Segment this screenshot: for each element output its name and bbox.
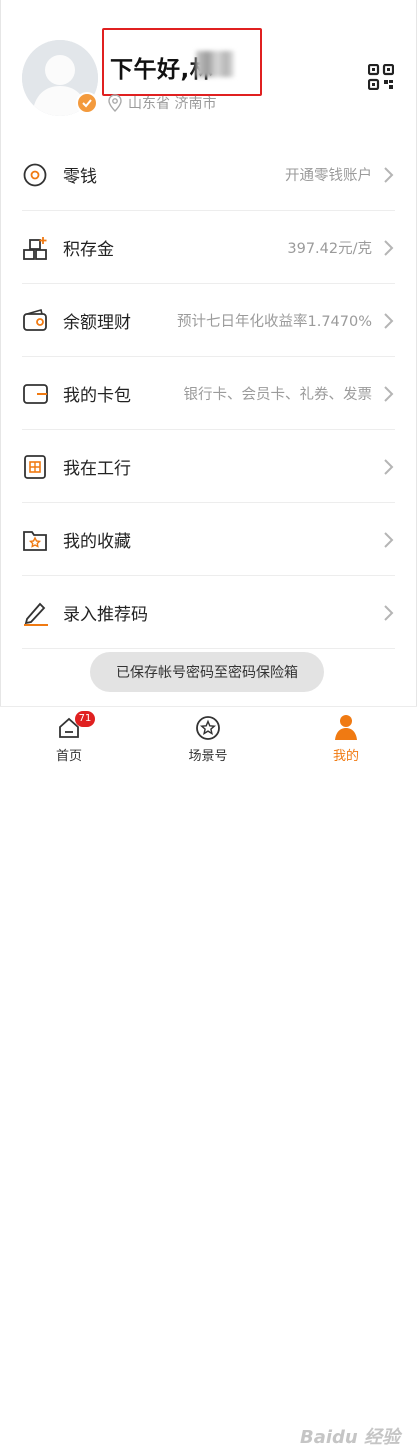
coin-icon (23, 163, 47, 187)
menu-value: 银行卡、会员卡、礼券、发票 (183, 387, 373, 403)
user-icon (335, 715, 357, 740)
pen-icon (24, 602, 48, 626)
star-folder-icon (23, 531, 47, 551)
menu-label: 余额理财 (63, 313, 131, 333)
menu-value: 397.42元/克 (287, 241, 372, 257)
location: 山东省 济南市 (108, 93, 216, 113)
tab-me[interactable]: 我的 (306, 707, 386, 770)
verified-badge-icon (76, 92, 98, 114)
menu-label: 零钱 (63, 167, 97, 187)
bottom-tab-bar: 71 首页 场景号 我的 Baidu 经验 (0, 706, 417, 1448)
tab-label: 场景号 (188, 749, 228, 764)
chevron-right-icon (384, 240, 394, 256)
menu-list: 零钱 开通零钱账户 积存金 397.42元/克 余额理财 预计七日年化收益率1.… (0, 138, 417, 649)
tab-label: 我的 (332, 749, 359, 764)
tab-home[interactable]: 71 首页 (29, 707, 109, 770)
chevron-right-icon (384, 167, 394, 183)
menu-item-favorites[interactable]: 我的收藏 (0, 503, 417, 576)
menu-label: 录入推荐码 (63, 605, 148, 625)
location-pin-icon (108, 94, 122, 112)
profile-header: 下午好,林 山东省 济南市 (0, 0, 417, 142)
id-card-icon (24, 455, 46, 479)
menu-item-icbc[interactable]: 我在工行 (0, 430, 417, 503)
menu-label: 我的收藏 (63, 532, 131, 552)
tab-label: 首页 (55, 749, 82, 764)
qr-code-icon[interactable] (368, 64, 394, 90)
watermark-text: Baidu 经验 (300, 1427, 401, 1448)
chevron-right-icon (384, 386, 394, 402)
chevron-right-icon (384, 605, 394, 621)
star-badge-icon (196, 716, 220, 740)
card-case-icon (23, 384, 48, 404)
chevron-right-icon (384, 313, 394, 329)
location-text: 山东省 济南市 (128, 96, 217, 112)
gold-bars-icon (23, 237, 47, 260)
chevron-right-icon (384, 532, 394, 548)
menu-label: 我在工行 (63, 459, 131, 479)
menu-label: 积存金 (63, 240, 114, 260)
tab-scene[interactable]: 场景号 (168, 707, 248, 770)
chevron-right-icon (384, 459, 394, 475)
menu-value: 预计七日年化收益率1.7470% (176, 314, 372, 330)
menu-item-gold[interactable]: 积存金 397.42元/克 (0, 211, 417, 284)
notification-badge: 71 (75, 711, 95, 727)
menu-label: 我的卡包 (63, 386, 131, 406)
menu-item-card-case[interactable]: 我的卡包 银行卡、会员卡、礼券、发票 (0, 357, 417, 430)
wallet-icon (23, 309, 47, 331)
menu-item-balance-finance[interactable]: 余额理财 预计七日年化收益率1.7470% (0, 284, 417, 357)
menu-value: 开通零钱账户 (285, 168, 372, 184)
menu-item-referral-code[interactable]: 录入推荐码 (0, 576, 417, 649)
menu-item-change[interactable]: 零钱 开通零钱账户 (0, 138, 417, 211)
highlight-annotation (102, 28, 262, 96)
toast-message: 已保存帐号密码至密码保险箱 (90, 652, 324, 692)
